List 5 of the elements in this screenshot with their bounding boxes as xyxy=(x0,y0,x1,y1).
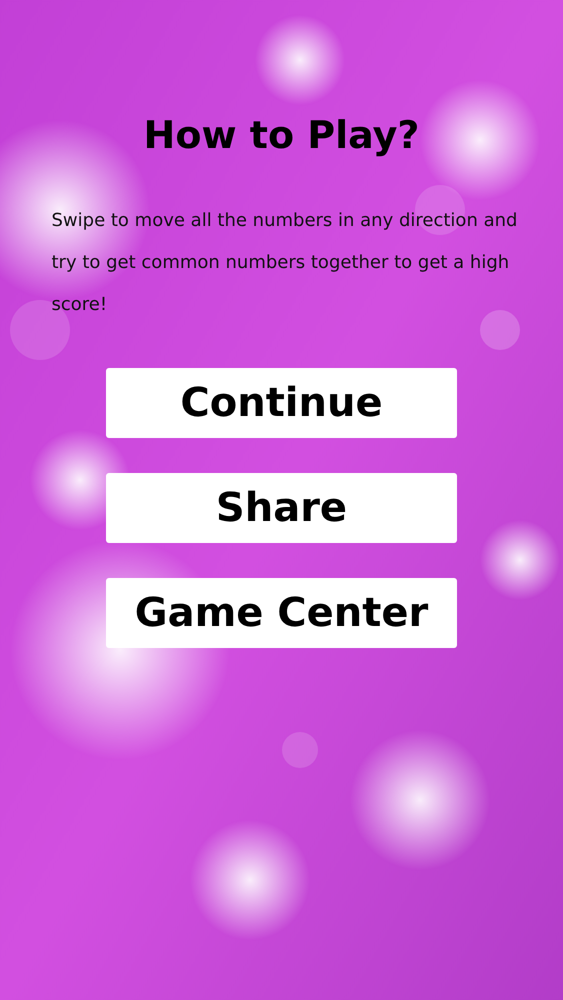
title: How to Play? xyxy=(144,112,420,159)
menu-button[interactable]: Continue xyxy=(106,368,457,438)
menu-button[interactable]: Share xyxy=(106,472,457,542)
instructions: Swipe to move all the numbers in any direction and try to get common numbers together to get a high score! xyxy=(52,208,518,316)
menu-button[interactable]: Game Center xyxy=(106,578,457,648)
